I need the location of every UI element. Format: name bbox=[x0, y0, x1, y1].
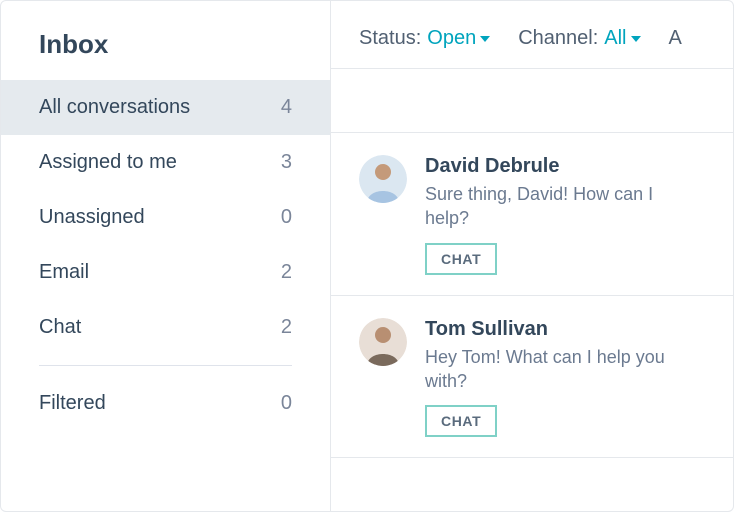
conversation-body: David Debrule Sure thing, David! How can… bbox=[425, 155, 705, 275]
inbox-sidebar: Inbox All conversations 4 Assigned to me… bbox=[1, 1, 331, 511]
sidebar-item-label: Assigned to me bbox=[39, 151, 177, 174]
extra-filter-label: A bbox=[669, 27, 682, 50]
sidebar-item-email[interactable]: Email 2 bbox=[1, 245, 330, 300]
sidebar-item-count: 2 bbox=[281, 316, 292, 339]
sidebar-item-assigned-to-me[interactable]: Assigned to me 3 bbox=[1, 135, 330, 190]
caret-down-icon bbox=[480, 36, 490, 42]
conversation-body: Tom Sullivan Hey Tom! What can I help yo… bbox=[425, 318, 705, 438]
sidebar-item-count: 2 bbox=[281, 261, 292, 284]
status-filter-value[interactable]: Open bbox=[427, 27, 490, 50]
avatar bbox=[359, 318, 407, 366]
sidebar-item-count: 4 bbox=[281, 96, 292, 119]
status-filter-value-text: Open bbox=[427, 27, 476, 50]
avatar bbox=[359, 155, 407, 203]
conversation-item[interactable]: Tom Sullivan Hey Tom! What can I help yo… bbox=[331, 296, 733, 459]
conversation-list: David Debrule Sure thing, David! How can… bbox=[331, 133, 733, 511]
sidebar-item-count: 0 bbox=[281, 392, 292, 415]
main-panel: Status: Open Channel: All A bbox=[331, 1, 733, 511]
conversation-item[interactable]: David Debrule Sure thing, David! How can… bbox=[331, 133, 733, 296]
sidebar-item-filtered[interactable]: Filtered 0 bbox=[1, 376, 330, 431]
sidebar-item-all-conversations[interactable]: All conversations 4 bbox=[1, 80, 330, 135]
filter-bar: Status: Open Channel: All A bbox=[331, 1, 733, 69]
conversation-name: Tom Sullivan bbox=[425, 318, 705, 341]
channel-filter-value-text: All bbox=[604, 27, 626, 50]
channel-filter-label: Channel: bbox=[518, 27, 598, 50]
sidebar-item-label: Email bbox=[39, 261, 89, 284]
status-filter[interactable]: Status: Open bbox=[359, 27, 490, 50]
inbox-title: Inbox bbox=[1, 21, 330, 80]
sidebar-item-label: Unassigned bbox=[39, 206, 145, 229]
extra-filter-partial[interactable]: A bbox=[669, 27, 682, 50]
sidebar-item-chat[interactable]: Chat 2 bbox=[1, 300, 330, 355]
sidebar-item-unassigned[interactable]: Unassigned 0 bbox=[1, 190, 330, 245]
chat-badge: CHAT bbox=[425, 405, 497, 437]
sidebar-item-label: All conversations bbox=[39, 96, 190, 119]
channel-filter[interactable]: Channel: All bbox=[518, 27, 640, 50]
channel-filter-value[interactable]: All bbox=[604, 27, 640, 50]
caret-down-icon bbox=[631, 36, 641, 42]
conversation-preview: Sure thing, David! How can I help? bbox=[425, 182, 685, 231]
status-filter-label: Status: bbox=[359, 27, 421, 50]
conversation-preview: Hey Tom! What can I help you with? bbox=[425, 345, 685, 394]
toolbar-spacer bbox=[331, 69, 733, 133]
sidebar-item-label: Filtered bbox=[39, 392, 106, 415]
sidebar-divider bbox=[39, 365, 292, 366]
sidebar-item-count: 0 bbox=[281, 206, 292, 229]
sidebar-item-count: 3 bbox=[281, 151, 292, 174]
chat-badge: CHAT bbox=[425, 243, 497, 275]
conversation-name: David Debrule bbox=[425, 155, 705, 178]
sidebar-item-label: Chat bbox=[39, 316, 81, 339]
